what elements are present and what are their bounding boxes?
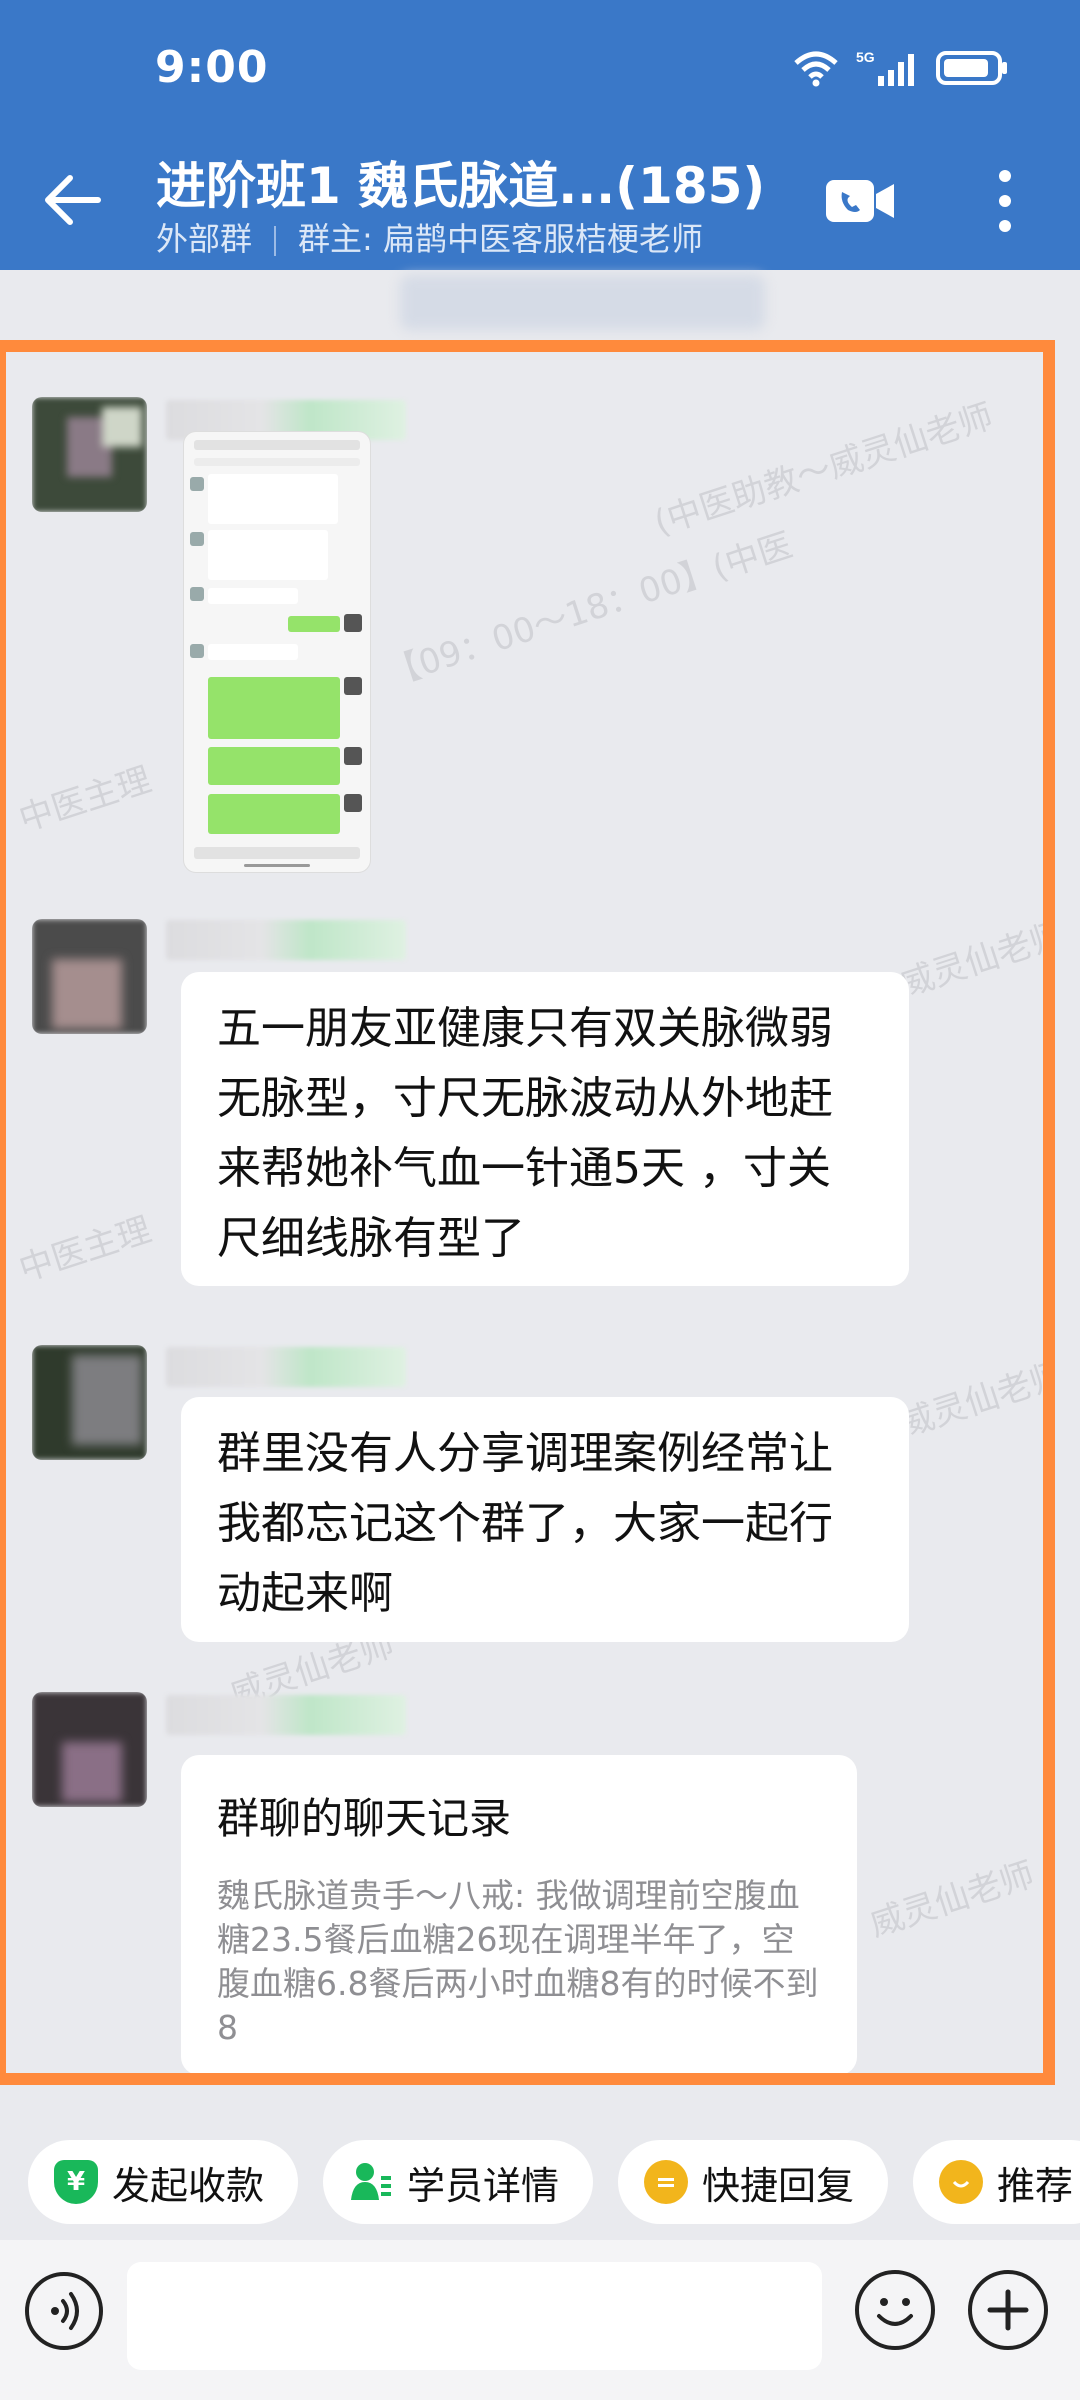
video-call-icon[interactable] [826, 176, 896, 226]
quick-actions-bar: ¥ 发起收款 学员详情 快捷回复 推荐 [0, 2120, 1080, 2240]
watermark-text: 威灵仙老师 [865, 1854, 1040, 1946]
text-message-bubble[interactable]: 群里没有人分享调理案例经常让我都忘记这个群了，大家一起行动起来啊 [181, 1397, 909, 1642]
back-arrow-icon[interactable] [40, 168, 104, 232]
watermark-text: 中医主理 [14, 1209, 156, 1290]
chat-subtitle: 外部群 群主: 扁鹊中医客服桔梗老师 [156, 214, 703, 260]
sender-name-blurred [166, 1695, 406, 1735]
chat-message-area[interactable]: (中医助教～威灵仙老师 【09：00～18：00】(中医 中医主理 威灵仙老师 … [0, 340, 1055, 2085]
battery-icon [936, 51, 1007, 85]
avatar[interactable] [32, 397, 147, 512]
quick-action-label: 快捷回复 [702, 2163, 855, 2208]
subtitle-divider [274, 226, 277, 256]
student-details-button[interactable]: 学员详情 [323, 2140, 593, 2224]
watermark-text: 威灵仙老师 [895, 914, 1055, 1006]
message-input[interactable] [127, 2262, 822, 2370]
watermark-text: 【09：00～18：00】(中医 [381, 525, 798, 695]
image-message[interactable] [184, 432, 370, 872]
sender-name-blurred [166, 920, 406, 960]
chat-record-preview: 魏氏脉道贵手～八戒: 我做调理前空腹血糖23.5餐后血糖26现在调理半年了，空腹… [217, 1876, 819, 2047]
watermark-text: (中医助教～威灵仙老师 [649, 396, 998, 544]
chat-header: 9:00 5G 进阶班1 魏氏脉道...(185) 外部群 群主: 扁鹊中医客服桔… [0, 0, 1080, 270]
quick-action-label: 发起收款 [112, 2163, 265, 2208]
recommend-icon [939, 2160, 983, 2204]
payment-shield-icon: ¥ [54, 2160, 98, 2204]
chat-title: 进阶班1 魏氏脉道...(185) [156, 157, 766, 215]
start-payment-button[interactable]: ¥ 发起收款 [28, 2140, 298, 2224]
svg-text:5G: 5G [856, 49, 875, 65]
more-options-icon[interactable] [990, 168, 1020, 234]
input-bar [0, 2240, 1080, 2400]
group-owner-label: 群主: 扁鹊中医客服桔梗老师 [298, 220, 703, 258]
quick-action-label: 学员详情 [407, 2163, 560, 2208]
quick-action-label: 推荐 [997, 2163, 1074, 2208]
add-attachment-icon[interactable] [968, 2270, 1048, 2350]
emoji-icon[interactable] [855, 2270, 935, 2350]
student-profile-icon [349, 2160, 393, 2204]
group-type-label: 外部群 [156, 220, 253, 258]
status-icons: 5G [792, 48, 1010, 88]
cellular-signal-icon: 5G [856, 49, 914, 86]
recommend-button[interactable]: 推荐 [913, 2140, 1080, 2224]
avatar[interactable] [32, 919, 147, 1034]
status-time: 9:00 [155, 42, 269, 93]
wifi-icon [794, 51, 838, 87]
avatar[interactable] [32, 1345, 147, 1460]
watermark-text: 威灵仙老师 [895, 1354, 1055, 1446]
quick-reply-icon [644, 2160, 688, 2204]
chat-record-title: 群聊的聊天记录 [217, 1794, 512, 1843]
avatar[interactable] [32, 1692, 147, 1807]
chat-record-card[interactable]: 群聊的聊天记录 魏氏脉道贵手～八戒: 我做调理前空腹血糖23.5餐后血糖26现在… [181, 1755, 857, 2073]
text-message-bubble[interactable]: 五一朋友亚健康只有双关脉微弱无脉型，寸尺无脉波动从外地赶来帮她补气血一针通5天 … [181, 972, 909, 1286]
blurred-system-notice [400, 275, 765, 330]
message-text: 群里没有人分享调理案例经常让我都忘记这个群了，大家一起行动起来啊 [217, 1428, 833, 1619]
sender-name-blurred [166, 1347, 406, 1387]
message-text: 五一朋友亚健康只有双关脉微弱无脉型，寸尺无脉波动从外地赶来帮她补气血一针通5天 … [217, 1003, 833, 1264]
watermark-text: 中医主理 [14, 759, 156, 840]
quick-reply-button[interactable]: 快捷回复 [618, 2140, 888, 2224]
voice-input-icon[interactable] [25, 2272, 103, 2350]
